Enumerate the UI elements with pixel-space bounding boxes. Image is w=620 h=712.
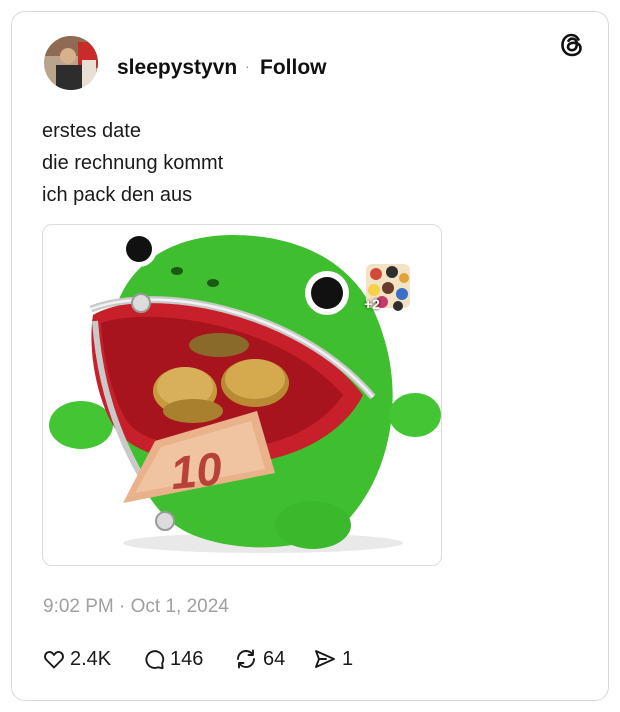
separator-dot: · xyxy=(245,58,250,74)
post-card: sleepystyvn · Follow erstes date die rec… xyxy=(11,11,609,701)
threads-logo-icon[interactable] xyxy=(557,30,587,60)
avatar[interactable] xyxy=(44,36,98,90)
repost-count: 64 xyxy=(263,647,286,670)
like-button[interactable]: 2.4K xyxy=(42,644,111,674)
sticker-count-badge: +2 xyxy=(364,296,380,312)
comment-bubble-icon xyxy=(145,650,165,670)
post-text-line-3: ich pack den aus xyxy=(42,184,193,206)
share-count: 1 xyxy=(342,647,354,670)
follow-button[interactable]: Follow xyxy=(260,56,327,80)
reply-count: 146 xyxy=(170,647,204,670)
repost-icon xyxy=(237,649,255,669)
like-count: 2.4K xyxy=(70,647,112,670)
banknote-value: 10 xyxy=(168,442,225,499)
username[interactable]: sleepystyvn xyxy=(117,56,237,80)
post-timestamp: 9:02 PM · Oct 1, 2024 xyxy=(43,596,229,617)
send-icon xyxy=(315,650,335,668)
reply-button[interactable]: 146 xyxy=(142,644,203,674)
post-text-line-1: erstes date xyxy=(42,120,141,142)
post-text-line-2: die rechnung kommt xyxy=(42,152,224,174)
sticker-stack[interactable]: +2 xyxy=(362,262,414,318)
share-button[interactable]: 1 xyxy=(312,644,353,674)
heart-icon xyxy=(44,651,64,669)
repost-button[interactable]: 64 xyxy=(233,644,285,674)
